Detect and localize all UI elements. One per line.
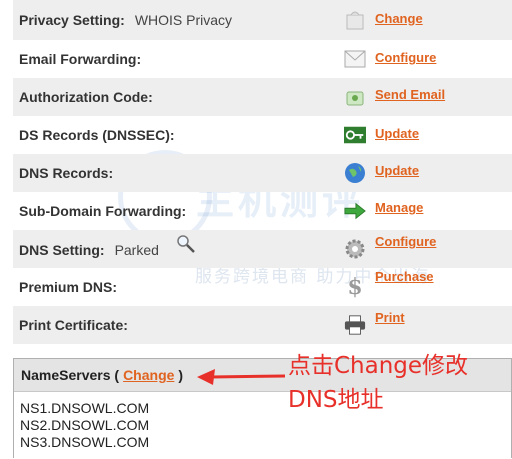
label-text: Privacy Setting: — [19, 12, 125, 28]
dns-setting-configure-link[interactable]: Configure — [375, 234, 436, 249]
key-icon — [344, 124, 366, 146]
row-label: DNS Records: — [19, 165, 114, 181]
green-arrow-icon — [344, 200, 366, 222]
row-email-forwarding: Email Forwarding: Configure — [13, 40, 512, 78]
globe-icon — [344, 162, 366, 184]
dollar-icon: $ — [347, 274, 363, 300]
privacy-change-link[interactable]: Change — [375, 11, 423, 26]
row-ds-records: DS Records (DNSSEC): Update — [13, 116, 512, 154]
row-value: WHOIS Privacy — [134, 12, 233, 28]
row-label: Premium DNS: — [19, 279, 118, 295]
privacy-icon — [344, 9, 366, 31]
gear-icon — [344, 238, 366, 260]
dns-records-update-link[interactable]: Update — [375, 163, 419, 178]
annotation-line2: DNS地址 — [288, 387, 384, 413]
nameserver-item: NS1.DNSOWL.COM — [20, 400, 150, 416]
row-print-certificate: Print Certificate: Print — [13, 306, 512, 344]
row-label: DS Records (DNSSEC): — [19, 127, 175, 143]
domain-settings-table: Privacy Setting: WHOIS Privacy Change Ema… — [13, 0, 512, 344]
nameservers-title: NameServers ( — [21, 367, 120, 383]
row-value: Parked — [114, 242, 159, 258]
row-label: DNS Setting: Parked — [19, 242, 159, 258]
magnifier-icon[interactable] — [176, 234, 196, 259]
row-label: Print Certificate: — [19, 317, 128, 333]
row-label: Authorization Code: — [19, 89, 153, 105]
row-premium-dns: Premium DNS: $ Purchase — [13, 268, 512, 306]
printer-icon — [344, 314, 366, 336]
row-subdomain-forwarding: Sub-Domain Forwarding: Manage — [13, 192, 512, 230]
row-dns-setting: DNS Setting: Parked Configure — [13, 230, 512, 268]
row-label: Email Forwarding: — [19, 51, 142, 67]
row-authorization-code: Authorization Code: Send Email — [13, 78, 512, 116]
nameservers-change-link[interactable]: Change — [123, 367, 174, 383]
nameservers-list: NS1.DNSOWL.COM NS2.DNSOWL.COM NS3.DNSOWL… — [14, 392, 511, 459]
row-privacy-setting: Privacy Setting: WHOIS Privacy Change — [13, 0, 512, 40]
annotation-line1: 点击Change修改 — [288, 353, 469, 379]
nameserver-item: NS2.DNSOWL.COM — [20, 417, 150, 433]
send-email-icon — [344, 86, 366, 108]
email-configure-link[interactable]: Configure — [375, 50, 436, 65]
envelope-icon — [344, 48, 366, 70]
row-dns-records: DNS Records: Update — [13, 154, 512, 192]
ds-update-link[interactable]: Update — [375, 126, 419, 141]
nameservers-close-paren: ) — [178, 367, 184, 383]
premium-dns-purchase-link[interactable]: Purchase — [375, 269, 434, 284]
row-label: Privacy Setting: WHOIS Privacy — [19, 12, 232, 28]
label-text: DNS Setting: — [19, 242, 105, 258]
nameserver-item: NS3.DNSOWL.COM — [20, 434, 150, 450]
annotation-arrow — [197, 369, 286, 385]
print-link[interactable]: Print — [375, 310, 405, 325]
send-email-link[interactable]: Send Email — [375, 87, 445, 102]
row-label: Sub-Domain Forwarding: — [19, 203, 187, 219]
subdomain-manage-link[interactable]: Manage — [375, 200, 423, 215]
